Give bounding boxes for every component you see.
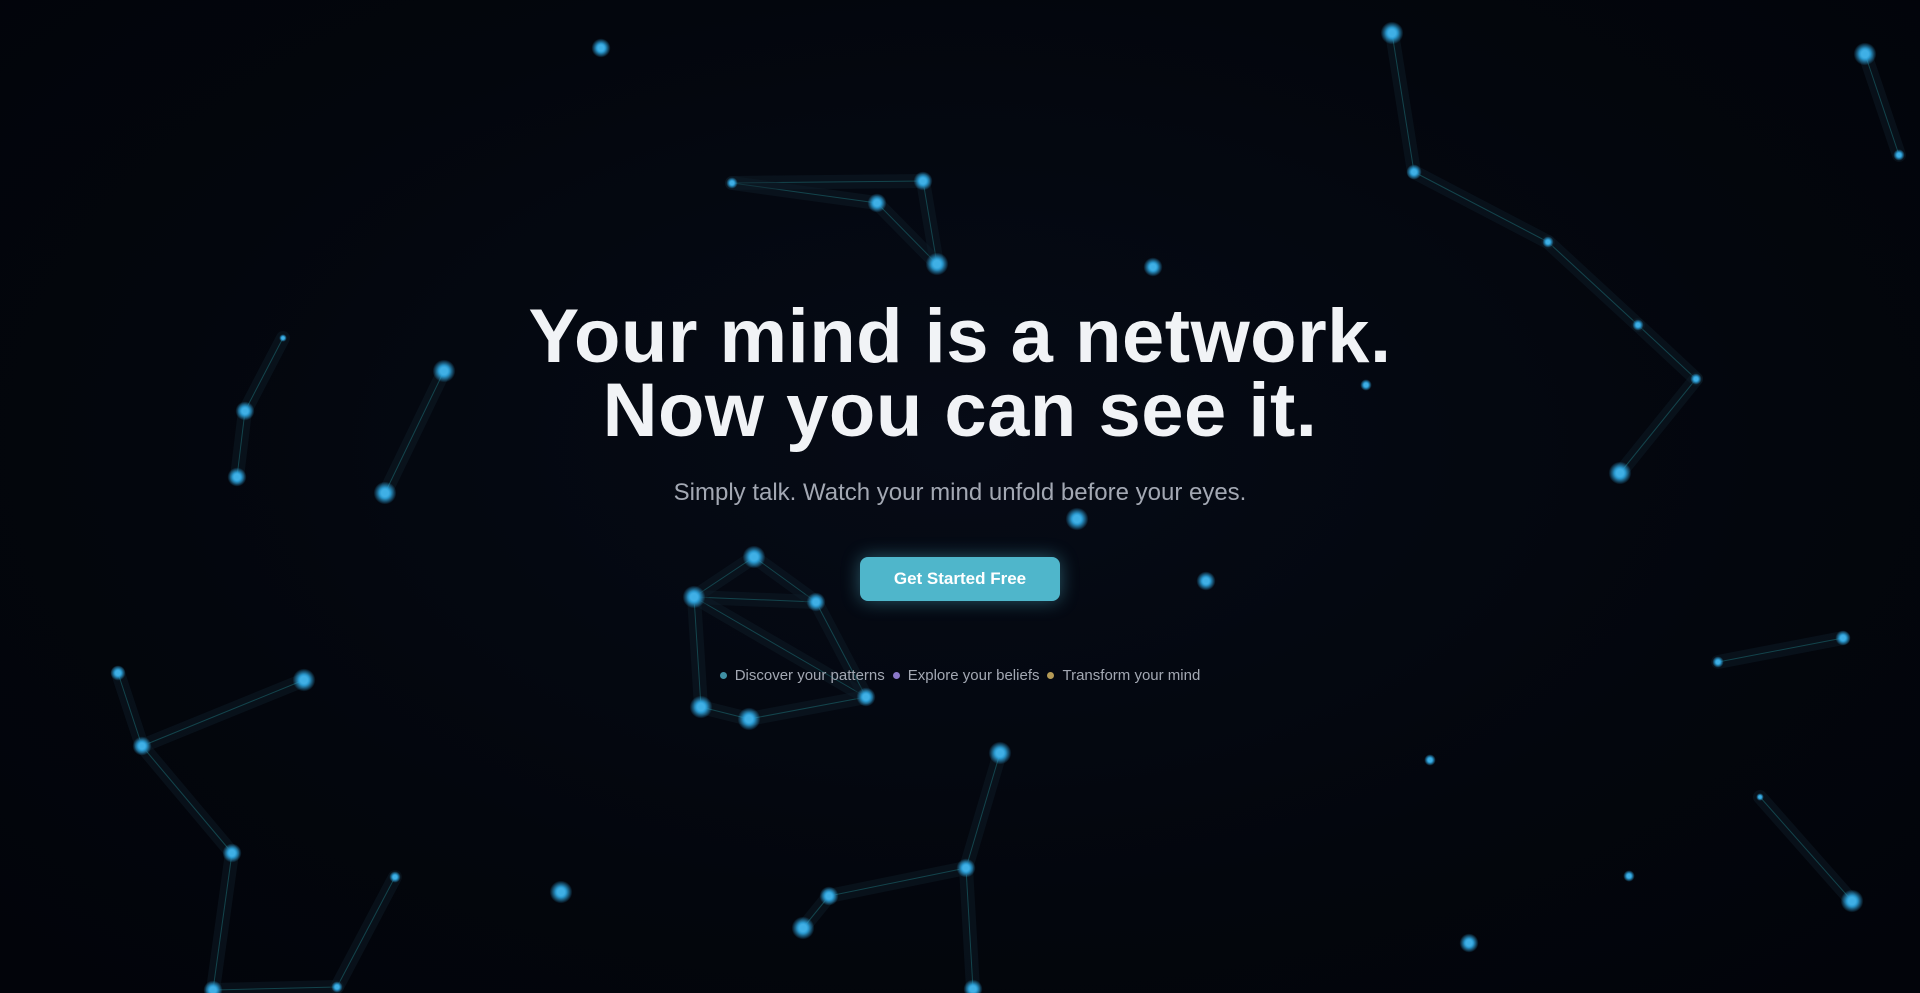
network-node	[139, 743, 145, 749]
network-background	[110, 21, 1906, 993]
network-node	[933, 260, 941, 268]
network-node	[813, 599, 819, 605]
network-trail	[135, 673, 311, 753]
network-node	[1616, 469, 1624, 477]
network-node	[1716, 660, 1720, 664]
network-node	[963, 865, 969, 871]
network-node	[335, 985, 339, 989]
network-trail	[135, 739, 239, 860]
network-node	[393, 875, 397, 879]
network-node	[1636, 323, 1640, 327]
network-nodes	[110, 21, 1905, 993]
network-node	[1758, 795, 1762, 799]
network-trail	[378, 364, 451, 500]
network-edges	[117, 32, 1900, 991]
network-node	[1388, 29, 1396, 37]
network-node	[863, 694, 869, 700]
network-node	[745, 715, 753, 723]
network-node	[1466, 940, 1472, 946]
get-started-button[interactable]: Get Started Free	[860, 557, 1060, 601]
network-node	[1411, 169, 1417, 175]
network-node	[1627, 874, 1631, 878]
network-node	[730, 181, 734, 185]
network-node	[598, 45, 604, 51]
network-trail	[687, 590, 708, 714]
network-trails	[111, 26, 1906, 993]
network-node	[1848, 897, 1856, 905]
network-node	[229, 850, 235, 856]
network-trail	[1407, 165, 1555, 249]
network-node	[234, 474, 240, 480]
network-trail	[1711, 631, 1850, 669]
network-node	[381, 489, 389, 497]
network-node	[1203, 578, 1209, 584]
network-trail	[238, 331, 290, 418]
network-node	[115, 670, 121, 676]
network-node	[750, 553, 758, 561]
network-node	[557, 888, 565, 896]
network-node	[1428, 758, 1432, 762]
network-node	[970, 986, 976, 992]
network-trail	[330, 870, 402, 993]
network-node	[1840, 635, 1846, 641]
network-node	[1897, 153, 1901, 157]
network-node	[1073, 515, 1081, 523]
network-trail	[959, 861, 980, 993]
network-node	[1861, 50, 1869, 58]
network-trail	[1541, 235, 1645, 332]
network-node	[920, 178, 926, 184]
network-trail	[1858, 47, 1906, 162]
network-node	[440, 367, 448, 375]
network-trail	[959, 746, 1007, 875]
network-node	[210, 987, 216, 993]
network-trail	[1613, 372, 1703, 480]
network-trail	[111, 666, 149, 753]
network-node	[690, 593, 698, 601]
network-node	[996, 749, 1004, 757]
network-node	[242, 408, 248, 414]
network-trail	[822, 861, 973, 903]
network-node	[1364, 383, 1368, 387]
network-trail	[206, 846, 239, 993]
network-node	[1546, 240, 1550, 244]
network-node	[1694, 377, 1698, 381]
network-node	[799, 924, 807, 932]
network-trail	[1631, 318, 1703, 386]
network-node	[874, 200, 880, 206]
network-trail	[206, 980, 344, 993]
network-node	[697, 703, 705, 711]
network-trail	[1753, 790, 1859, 908]
hero-section: Your mind is a network. Now you can see …	[0, 0, 1920, 993]
network-node	[300, 676, 308, 684]
network-trail	[1385, 26, 1421, 179]
network-trail	[230, 404, 252, 484]
network-node	[1150, 264, 1156, 270]
network-node	[826, 893, 832, 899]
network-trail	[742, 690, 873, 726]
network-node	[281, 336, 285, 340]
